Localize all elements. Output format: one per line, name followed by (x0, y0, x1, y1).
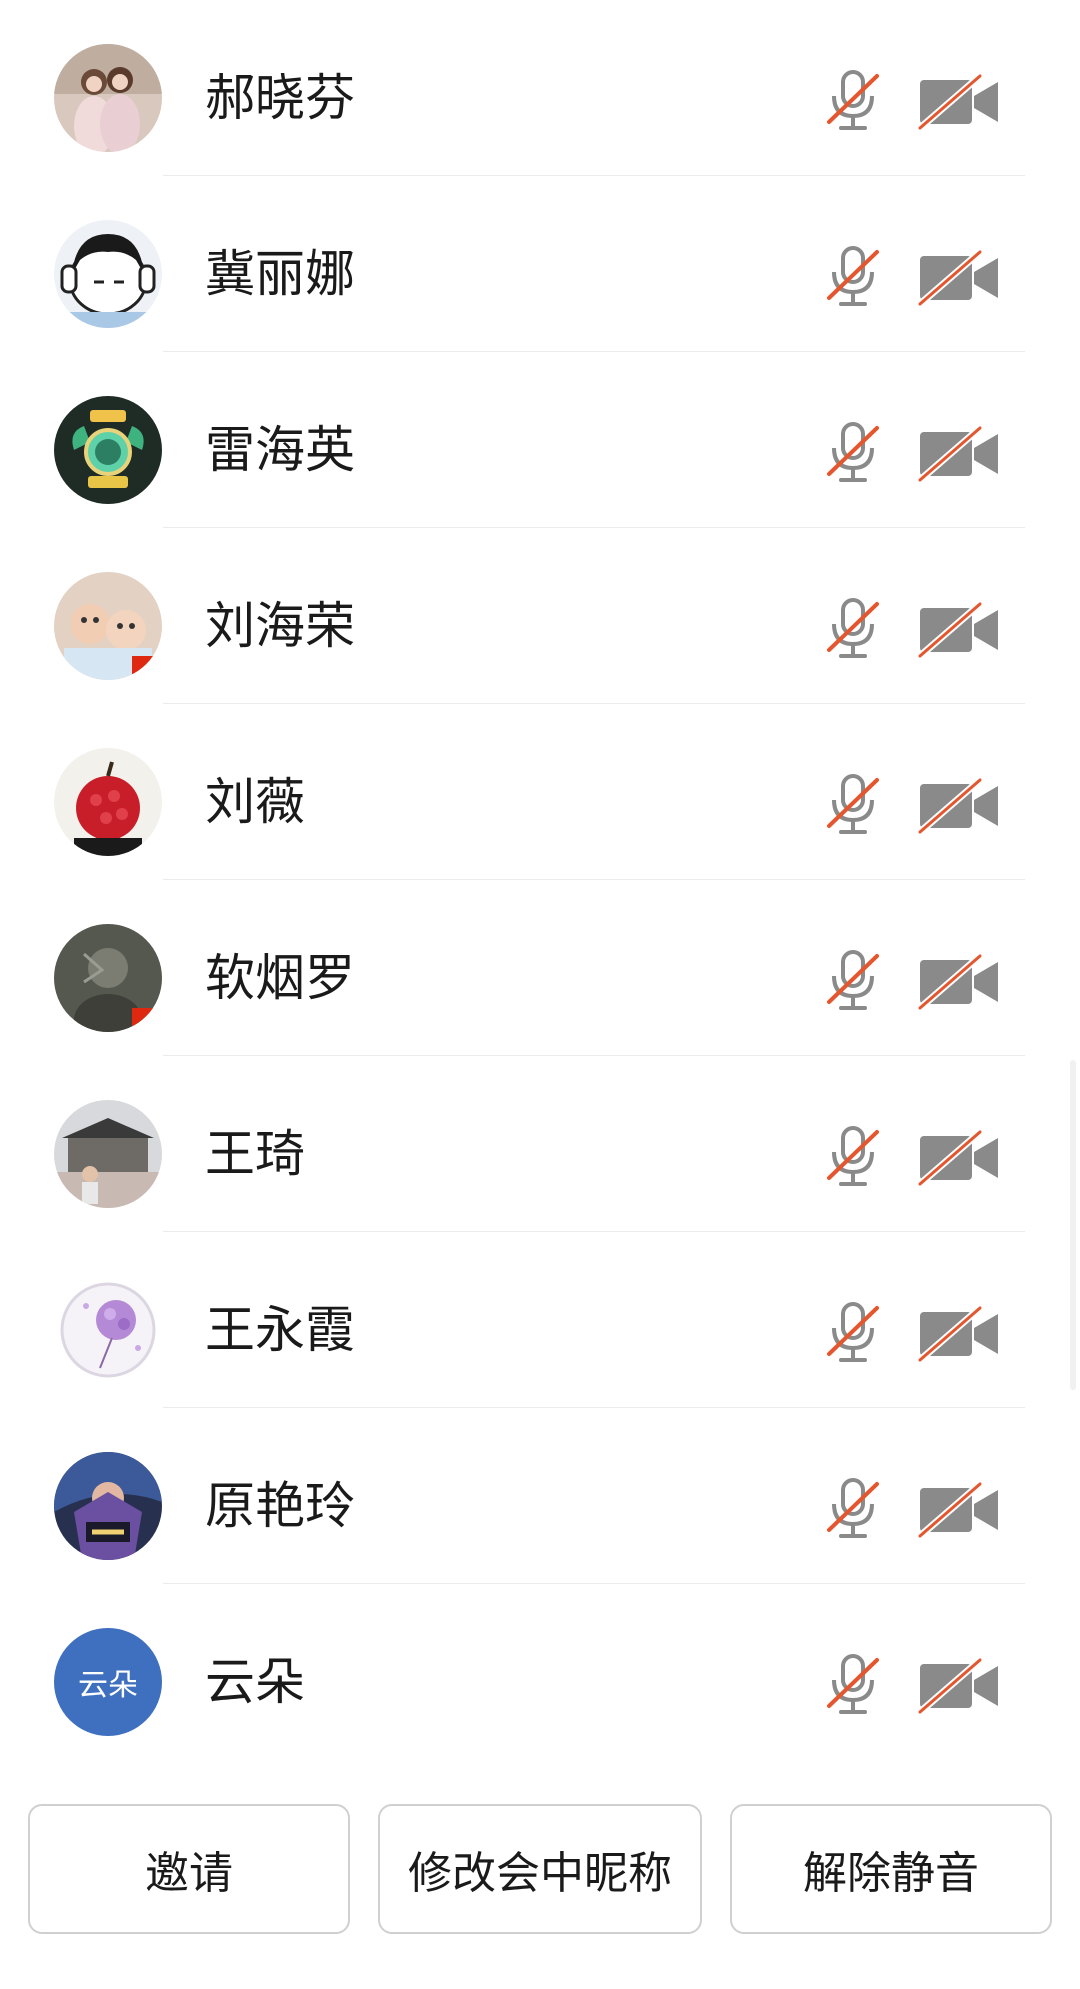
mic-muted-icon[interactable] (825, 1476, 881, 1542)
cartoon-girl-headphones-icon (54, 220, 162, 328)
avatar (54, 1452, 162, 1560)
participant-name: 郝晓芬 (205, 69, 355, 127)
participant-row[interactable]: 王琦 (0, 1056, 1080, 1232)
avatar (54, 572, 162, 680)
avatar-initials: 云朵 (78, 1668, 138, 1703)
mic-muted-icon[interactable] (825, 244, 881, 310)
avatar (54, 748, 162, 856)
mic-muted-icon[interactable] (825, 420, 881, 486)
avatar (54, 1100, 162, 1208)
participant-row[interactable]: 刘薇 (0, 704, 1080, 880)
mic-muted-icon[interactable] (825, 948, 881, 1014)
camera-off-icon[interactable] (918, 424, 1000, 484)
participant-row[interactable]: 雷海英 (0, 352, 1080, 528)
participant-list-screen: 郝晓芬 冀丽娜 雷海英 刘海荣 刘薇 软烟罗 王琦 王永霞 原艳玲 云朵 云朵 … (0, 0, 1080, 1989)
photo-babies-icon (54, 572, 162, 680)
participant-name: 云朵 (205, 1653, 305, 1711)
avatar (54, 1276, 162, 1384)
participant-name: 原艳玲 (205, 1477, 355, 1535)
participant-row[interactable]: 刘海荣 (0, 528, 1080, 704)
badge-medal-icon (54, 396, 162, 504)
camera-off-icon[interactable] (918, 1656, 1000, 1716)
avatar (54, 396, 162, 504)
participant-row[interactable]: 王永霞 (0, 1232, 1080, 1408)
participant-row[interactable]: 冀丽娜 (0, 176, 1080, 352)
photo-two-women-icon (54, 44, 162, 152)
rename-in-meeting-button[interactable]: 修改会中昵称 (378, 1804, 702, 1934)
mic-muted-icon[interactable] (825, 68, 881, 134)
mic-muted-icon[interactable] (825, 1300, 881, 1366)
avatar (54, 44, 162, 152)
game-poster-icon (54, 1452, 162, 1560)
mic-muted-icon[interactable] (825, 1124, 881, 1190)
photo-building-person-icon (54, 1100, 162, 1208)
participant-name: 王琦 (205, 1125, 305, 1183)
participant-name: 软烟罗 (205, 949, 355, 1007)
participant-row[interactable]: 软烟罗 (0, 880, 1080, 1056)
camera-off-icon[interactable] (918, 1128, 1000, 1188)
avatar (54, 924, 162, 1032)
mic-muted-icon[interactable] (825, 1652, 881, 1718)
mic-muted-icon[interactable] (825, 596, 881, 662)
participant-row[interactable]: 云朵 云朵 (0, 1584, 1080, 1760)
participant-name: 刘海荣 (205, 597, 355, 655)
camera-off-icon[interactable] (918, 72, 1000, 132)
camera-off-icon[interactable] (918, 952, 1000, 1012)
camera-off-icon[interactable] (918, 776, 1000, 836)
camera-off-icon[interactable] (918, 1480, 1000, 1540)
participant-name: 刘薇 (205, 773, 305, 831)
avatar: 云朵 (54, 1628, 162, 1736)
photo-dark-portrait-icon (54, 924, 162, 1032)
camera-off-icon[interactable] (918, 1304, 1000, 1364)
participant-name: 雷海英 (205, 421, 355, 479)
purple-dandelion-icon (54, 1276, 162, 1384)
participant-row[interactable]: 郝晓芬 (0, 0, 1080, 176)
mic-muted-icon[interactable] (825, 772, 881, 838)
red-apple-flower-icon (54, 748, 162, 856)
unmute-button[interactable]: 解除静音 (730, 1804, 1052, 1934)
invite-button[interactable]: 邀请 (28, 1804, 350, 1934)
scrollbar[interactable] (1070, 1060, 1076, 1390)
camera-off-icon[interactable] (918, 248, 1000, 308)
participant-name: 王永霞 (205, 1301, 355, 1359)
participant-list: 郝晓芬 冀丽娜 雷海英 刘海荣 刘薇 软烟罗 王琦 王永霞 原艳玲 云朵 云朵 (0, 0, 1080, 1760)
camera-off-icon[interactable] (918, 600, 1000, 660)
avatar (54, 220, 162, 328)
participant-name: 冀丽娜 (205, 245, 355, 303)
participant-row[interactable]: 原艳玲 (0, 1408, 1080, 1584)
